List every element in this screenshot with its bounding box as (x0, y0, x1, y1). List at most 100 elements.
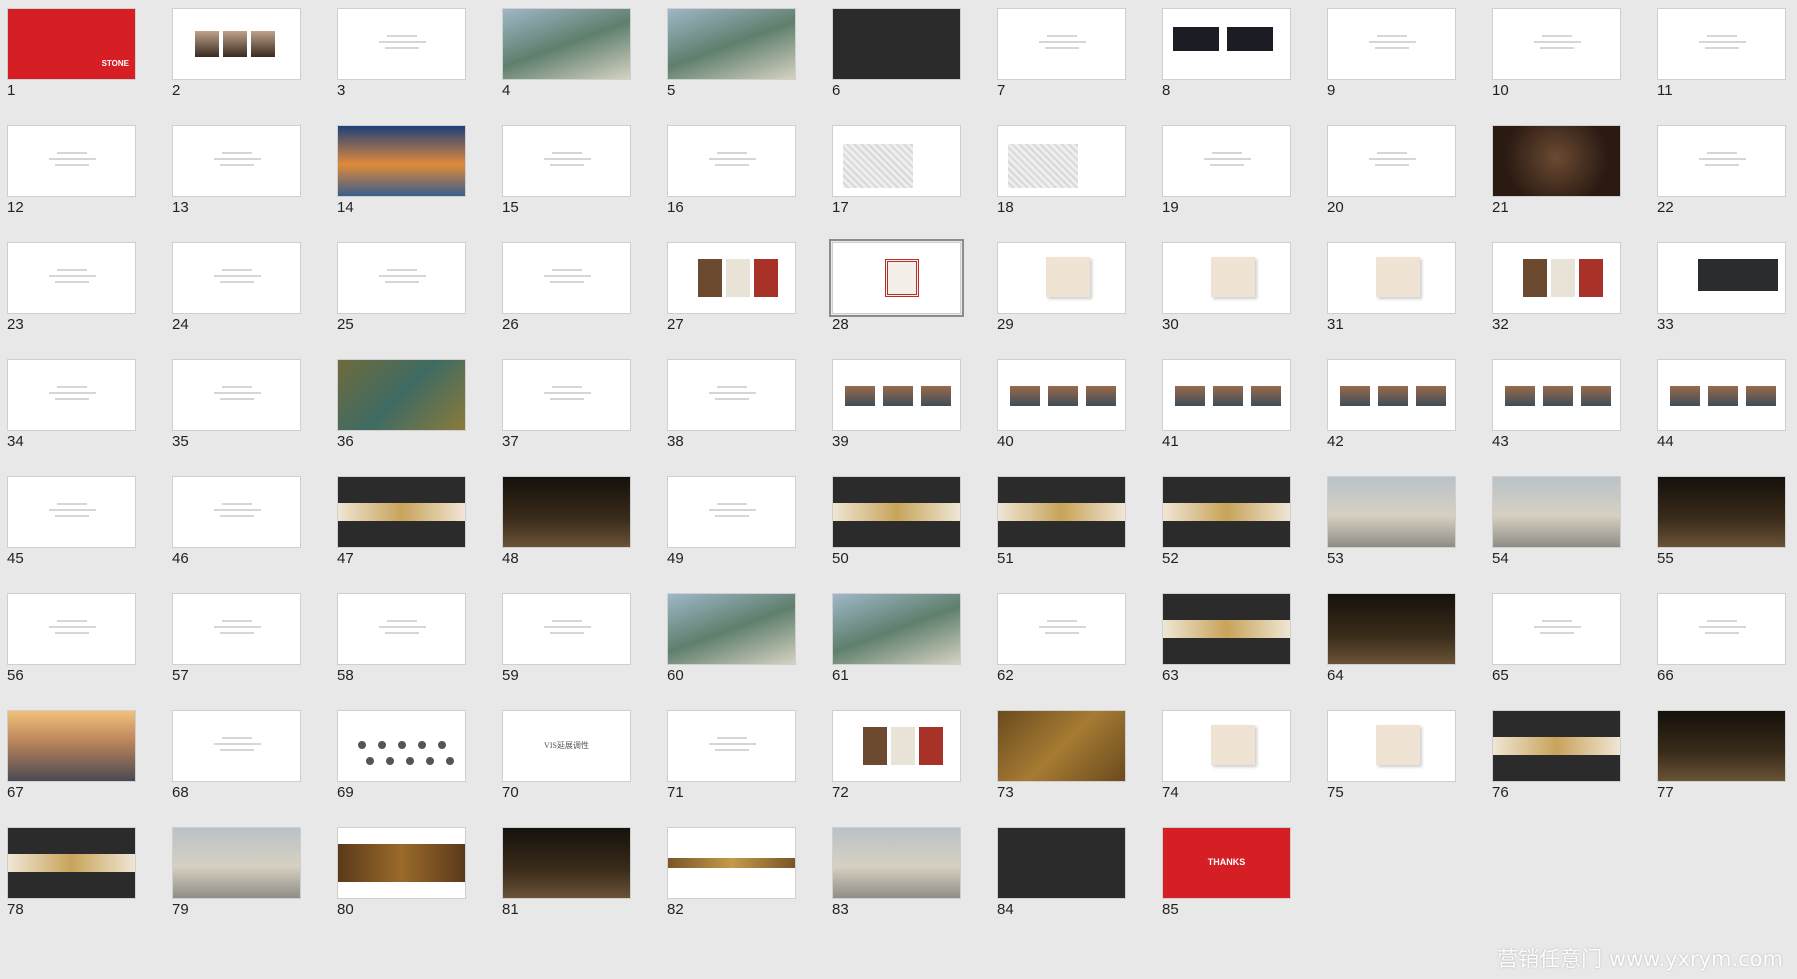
slide-thumbnail[interactable]: THANKS 85 (1162, 827, 1291, 919)
slide-thumbnail[interactable]: 56 (7, 593, 136, 685)
slide-thumbnail[interactable]: 17 (832, 125, 961, 217)
slide-preview[interactable] (7, 125, 136, 197)
slide-preview[interactable] (997, 359, 1126, 431)
slide-preview[interactable] (172, 8, 301, 80)
slide-preview[interactable] (502, 476, 631, 548)
slide-preview[interactable] (337, 8, 466, 80)
slide-preview[interactable] (1492, 710, 1621, 782)
slide-preview[interactable] (997, 827, 1126, 899)
slide-thumbnail[interactable]: STONE 1 (7, 8, 136, 100)
slide-preview[interactable] (172, 827, 301, 899)
slide-thumbnail[interactable]: 67 (7, 710, 136, 802)
slide-thumbnail[interactable]: 25 (337, 242, 466, 334)
slide-thumbnail[interactable]: 79 (172, 827, 301, 919)
slide-preview[interactable] (1492, 593, 1621, 665)
slide-thumbnail[interactable]: 71 (667, 710, 796, 802)
slide-thumbnail[interactable]: 34 (7, 359, 136, 451)
slide-thumbnail[interactable]: 30 (1162, 242, 1291, 334)
slide-thumbnail[interactable]: 16 (667, 125, 796, 217)
slide-preview[interactable] (7, 242, 136, 314)
slide-preview[interactable] (1162, 359, 1291, 431)
slide-thumbnail[interactable]: 9 (1327, 8, 1456, 100)
slide-thumbnail[interactable]: 82 (667, 827, 796, 919)
slide-preview[interactable] (1162, 476, 1291, 548)
slide-thumbnail[interactable]: 42 (1327, 359, 1456, 451)
slide-thumbnail[interactable]: 13 (172, 125, 301, 217)
slide-preview[interactable] (1162, 593, 1291, 665)
slide-preview[interactable] (337, 593, 466, 665)
slide-thumbnail[interactable]: 18 (997, 125, 1126, 217)
slide-preview[interactable] (337, 476, 466, 548)
slide-preview[interactable] (667, 359, 796, 431)
slide-preview[interactable] (7, 827, 136, 899)
slide-preview[interactable] (337, 710, 466, 782)
slide-preview[interactable] (667, 242, 796, 314)
slide-preview[interactable] (1162, 125, 1291, 197)
slide-preview[interactable] (172, 242, 301, 314)
slide-preview[interactable] (997, 476, 1126, 548)
slide-thumbnail[interactable]: 57 (172, 593, 301, 685)
slide-thumbnail[interactable]: 41 (1162, 359, 1291, 451)
slide-thumbnail[interactable]: 20 (1327, 125, 1456, 217)
slide-thumbnail[interactable]: 39 (832, 359, 961, 451)
slide-preview[interactable] (1657, 593, 1786, 665)
slide-thumbnail[interactable]: 58 (337, 593, 466, 685)
slide-thumbnail[interactable]: 55 (1657, 476, 1786, 568)
slide-preview[interactable] (1327, 710, 1456, 782)
slide-thumbnail[interactable]: 7 (997, 8, 1126, 100)
slide-thumbnail[interactable]: 23 (7, 242, 136, 334)
slide-preview[interactable] (1492, 359, 1621, 431)
slide-thumbnail[interactable]: 8 (1162, 8, 1291, 100)
slide-preview[interactable] (1492, 8, 1621, 80)
slide-thumbnail[interactable]: 5 (667, 8, 796, 100)
slide-thumbnail[interactable]: 24 (172, 242, 301, 334)
slide-preview[interactable] (832, 593, 961, 665)
slide-preview[interactable]: THANKS (1162, 827, 1291, 899)
slide-preview[interactable] (1657, 476, 1786, 548)
slide-thumbnail[interactable]: 45 (7, 476, 136, 568)
slide-preview[interactable] (997, 242, 1126, 314)
slide-preview[interactable] (1162, 8, 1291, 80)
slide-thumbnail[interactable]: 49 (667, 476, 796, 568)
slide-thumbnail[interactable]: 11 (1657, 8, 1786, 100)
slide-preview[interactable] (1657, 242, 1786, 314)
slide-thumbnail[interactable]: 75 (1327, 710, 1456, 802)
slide-preview[interactable] (829, 239, 964, 317)
slide-thumbnail[interactable]: 38 (667, 359, 796, 451)
slide-preview[interactable] (7, 359, 136, 431)
slide-preview[interactable] (1657, 8, 1786, 80)
slide-thumbnail[interactable]: 65 (1492, 593, 1621, 685)
slide-preview[interactable]: VIS延展调性 (502, 710, 631, 782)
slide-thumbnail[interactable]: 69 (337, 710, 466, 802)
slide-thumbnail[interactable]: 10 (1492, 8, 1621, 100)
slide-thumbnail[interactable]: 40 (997, 359, 1126, 451)
slide-thumbnail[interactable]: 3 (337, 8, 466, 100)
slide-preview[interactable] (832, 476, 961, 548)
slide-thumbnail[interactable]: 21 (1492, 125, 1621, 217)
slide-preview[interactable] (1492, 125, 1621, 197)
slide-thumbnail[interactable]: 47 (337, 476, 466, 568)
slide-thumbnail[interactable]: 59 (502, 593, 631, 685)
slide-thumbnail[interactable]: 28 (829, 239, 964, 334)
slide-thumbnail[interactable]: 26 (502, 242, 631, 334)
slide-thumbnail[interactable]: 27 (667, 242, 796, 334)
slide-preview[interactable] (832, 827, 961, 899)
slide-thumbnail[interactable]: 12 (7, 125, 136, 217)
slide-preview[interactable] (337, 359, 466, 431)
slide-thumbnail[interactable]: 73 (997, 710, 1126, 802)
slide-thumbnail[interactable]: 2 (172, 8, 301, 100)
slide-preview[interactable] (502, 827, 631, 899)
slide-thumbnail[interactable]: VIS延展调性 70 (502, 710, 631, 802)
slide-thumbnail[interactable]: 22 (1657, 125, 1786, 217)
slide-preview[interactable] (7, 476, 136, 548)
slide-preview[interactable] (172, 125, 301, 197)
slide-thumbnail[interactable]: 15 (502, 125, 631, 217)
slide-preview[interactable] (1162, 242, 1291, 314)
slide-preview[interactable] (832, 125, 961, 197)
slide-thumbnail[interactable]: 48 (502, 476, 631, 568)
slide-preview[interactable] (1657, 359, 1786, 431)
slide-preview[interactable] (997, 593, 1126, 665)
slide-thumbnail[interactable]: 77 (1657, 710, 1786, 802)
slide-preview[interactable] (832, 359, 961, 431)
slide-preview[interactable] (172, 593, 301, 665)
